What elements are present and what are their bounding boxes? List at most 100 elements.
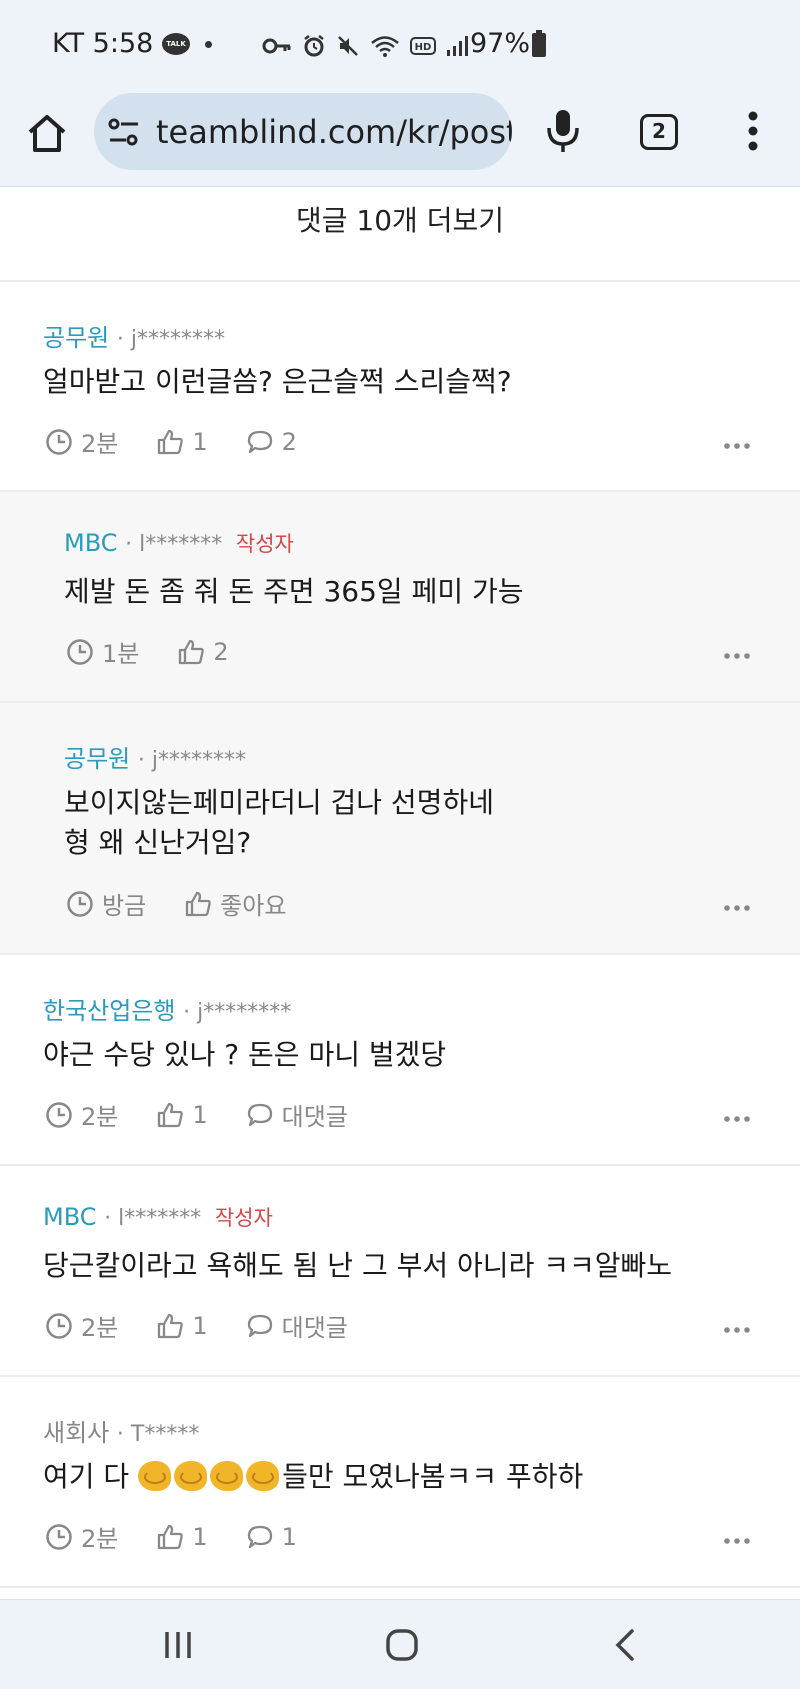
wifi-icon [371,36,399,57]
clock-icon [46,1101,72,1128]
comment-meta: 공무원 · j******** [64,739,246,774]
clock-icon [46,428,72,455]
time: 2분 [45,1519,118,1554]
user-id: · l******* [104,1206,202,1231]
status-icons: HD [262,30,468,62]
more-dots-icon[interactable] [724,904,750,912]
time-label: 2분 [81,1525,119,1553]
status-time: KT 5:58 [52,28,154,59]
comment-text: 제발 돈 좀 줘 돈 주면 365일 페미 가능 [64,575,524,608]
hd-voice-icon: HD [410,37,436,55]
user-id: · j******** [116,327,225,352]
more-dots-icon[interactable] [724,1326,750,1334]
notification-dot-icon [205,41,212,48]
reply-button[interactable]: 대댓글 [246,1308,348,1343]
mute-icon [338,36,358,56]
microphone-icon[interactable] [544,108,582,154]
pinching-hand-emoji [174,1461,208,1491]
battery-icon [532,30,546,57]
address-bar[interactable]: teamblind.com/kr/post [94,93,512,170]
speech-bubble-icon [247,1103,272,1126]
like-count: 1 [192,427,208,456]
clock-icon [67,890,93,917]
more-vert-icon[interactable] [746,108,760,154]
author-badge: 작성자 [214,1206,273,1230]
company-name[interactable]: 공무원 [64,745,130,773]
thumbs-up-icon [158,1102,184,1127]
company-name[interactable]: MBC [64,529,118,557]
comment: 공무원 · j******** 얼마받고 이런글씀? 은근슬쩍 스리슬쩍? 2분… [0,282,800,492]
like-button[interactable]: 2 [177,637,229,666]
comment-actions: 1분 2 [66,634,267,669]
like-count: 1 [192,1311,208,1340]
svg-text:HD: HD [415,42,432,53]
company-name[interactable]: 한국산업은행 [43,997,175,1025]
speech-bubble-icon [247,430,272,453]
time: 2분 [45,424,118,459]
like-button[interactable]: 1 [156,427,208,456]
home-icon[interactable] [24,110,70,156]
comment-meta: 공무원 · j******** [43,318,225,353]
more-comments-label: 댓글 10개 더보기 [296,204,504,237]
like-button[interactable]: 1 [156,1101,208,1129]
comment-text-start: 여기 다 [43,1460,139,1493]
time: 2분 [45,1097,118,1132]
like-count: 2 [213,637,229,666]
author-badge: 작성자 [235,532,294,556]
comment-actions: 2분 1 1 [45,1519,335,1554]
battery-percent: 97% [470,28,531,59]
back-icon[interactable] [612,1629,638,1661]
like-count: 1 [192,1522,208,1551]
alarm-icon [304,35,324,57]
comment-text: 얼마받고 이런글씀? 은근슬쩍 스리슬쩍? [43,365,512,398]
pinching-hand-emoji [246,1461,280,1491]
clock-icon [46,1523,72,1550]
home-button-icon[interactable] [385,1628,419,1662]
company-name[interactable]: MBC [43,1203,97,1231]
time-label: 방금 [102,892,147,920]
system-navigation-bar [0,1599,800,1689]
comment-line: 형 왜 신난거임? [64,826,252,859]
signal-icon [447,36,468,56]
recent-apps-icon[interactable] [163,1630,193,1660]
company-name[interactable]: 새회사 [43,1419,109,1447]
reply-count: 2 [281,427,297,456]
speech-bubble-icon [247,1525,272,1548]
browser-toolbar: teamblind.com/kr/post 2 [0,90,800,187]
comment-text: 보이지않는페미라더니 겁나 선명하네 형 왜 신난거임? [64,783,494,863]
thumbs-up-icon [186,891,211,916]
user-id: · l******* [125,532,223,557]
like-button[interactable]: 1 [156,1522,208,1551]
time-label: 2분 [81,1103,119,1131]
clock-icon [67,638,93,665]
comment: 한국산업은행 · j******** 야근 수당 있나 ? 돈은 마니 벌겠당 … [0,955,800,1166]
reply-comment: MBC · l******* 작성자 제발 돈 좀 줘 돈 주면 365일 페미… [0,492,800,703]
user-id: · j******** [183,1000,292,1025]
more-dots-icon[interactable] [724,652,750,660]
comment-meta: 한국산업은행 · j******** [43,991,291,1026]
more-dots-icon[interactable] [724,442,750,450]
reply-button[interactable]: 2 [246,428,297,456]
like-button[interactable]: 1 [156,1311,208,1340]
thumbs-up-icon [179,639,205,664]
comment: 새회사 · T***** 여기 다 들만 모였나봄ㅋㅋ 푸하하 2분 1 1 [0,1377,800,1588]
time: 1분 [66,634,139,669]
like-button[interactable]: 좋아요 [184,886,286,921]
time: 방금 [66,886,146,921]
company-name[interactable]: 공무원 [43,324,109,352]
reply-label: 대댓글 [281,1103,348,1131]
thumbs-up-icon [158,429,184,454]
user-id: · j******** [137,748,246,773]
site-settings-icon[interactable] [108,117,140,147]
reply-button[interactable]: 대댓글 [246,1097,348,1132]
comment-actions: 2분 1 2 [45,424,335,459]
comment-meta: MBC · l******* 작성자 [64,528,294,558]
tab-switcher-button[interactable]: 2 [640,114,678,150]
more-comments-button[interactable]: 댓글 10개 더보기 [0,187,800,282]
reply-button[interactable]: 1 [246,1523,297,1551]
more-dots-icon[interactable] [724,1537,750,1545]
comment-text: 당근칼이라고 욕해도 됨 난 그 부서 아니라 ㅋㅋ알빠노 [43,1249,673,1282]
more-dots-icon[interactable] [724,1115,750,1123]
comment-text: 여기 다 들만 모였나봄ㅋㅋ 푸하하 [43,1457,583,1497]
speech-bubble-icon [247,1314,272,1337]
